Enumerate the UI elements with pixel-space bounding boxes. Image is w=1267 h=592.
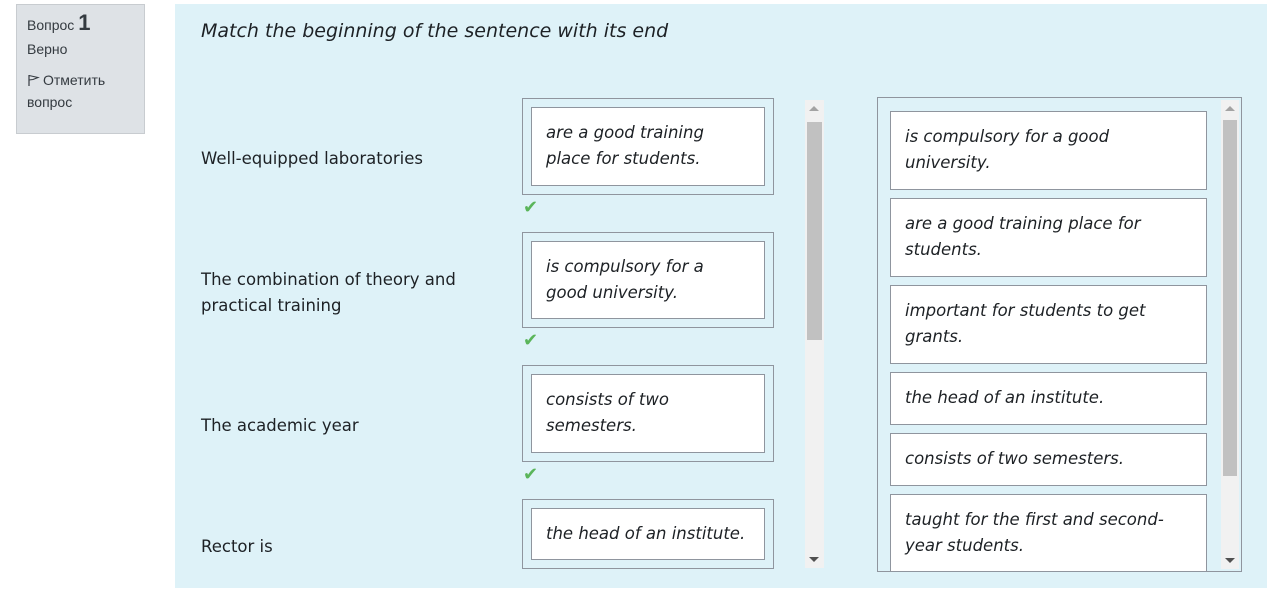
choices-pool: is compulsory for a good university. are… — [877, 97, 1242, 572]
answer-card[interactable]: consists of two semesters. — [531, 374, 765, 453]
scroll-up-arrow[interactable] — [1225, 106, 1235, 111]
scroll-up-arrow[interactable] — [809, 106, 819, 111]
choice-card[interactable]: the head of an institute. — [890, 372, 1207, 425]
question-number-value: 1 — [78, 10, 91, 35]
check-icon: ✔ — [523, 330, 539, 351]
choice-card[interactable]: consists of two semesters. — [890, 433, 1207, 486]
choices-scrollbar[interactable] — [1221, 100, 1239, 569]
question-number: Вопрос 1 — [27, 10, 134, 35]
question-info-panel: Вопрос 1 Верно Отметить вопрос — [16, 4, 145, 134]
answer-card[interactable]: is compulsory for a good university. — [531, 241, 765, 319]
flag-icon — [28, 74, 40, 86]
stem-text: The academic year — [201, 416, 359, 435]
scroll-down-arrow[interactable] — [1225, 558, 1235, 563]
flag-question-link[interactable]: Отметить вопрос — [27, 69, 134, 113]
question-text: Match the beginning of the sentence with… — [201, 20, 669, 42]
stem-text: Well-equipped laboratories — [201, 149, 423, 168]
answers-scrollbar[interactable] — [805, 100, 824, 568]
answer-drop-zone[interactable]: is compulsory for a good university. — [522, 232, 774, 328]
scrollbar-thumb[interactable] — [807, 122, 822, 340]
answer-drop-zone[interactable]: consists of two semesters. — [522, 365, 774, 462]
question-label: Вопрос — [27, 17, 75, 33]
question-content: Match the beginning of the sentence with… — [175, 4, 1267, 588]
scrollbar-thumb[interactable] — [1223, 120, 1237, 476]
choice-card[interactable]: important for students to get grants. — [890, 285, 1207, 364]
choice-card[interactable]: are a good training place for students. — [890, 198, 1207, 277]
check-icon: ✔ — [523, 464, 539, 485]
question-state: Верно — [27, 41, 68, 57]
answer-card[interactable]: the head of an institute. — [531, 508, 765, 560]
stem-text: Rector is — [201, 537, 273, 556]
choice-card[interactable]: taught for the first and second-year stu… — [890, 494, 1207, 571]
stem-text: The combination of theory and practical … — [201, 270, 456, 315]
choice-card[interactable]: is compulsory for a good university. — [890, 111, 1207, 190]
answer-drop-zone[interactable]: are a good training place for students. — [522, 98, 774, 195]
answer-drop-zone[interactable]: the head of an institute. — [522, 499, 774, 569]
scroll-down-arrow[interactable] — [809, 557, 819, 562]
answer-card[interactable]: are a good training place for students. — [531, 107, 765, 186]
check-icon: ✔ — [523, 197, 539, 218]
